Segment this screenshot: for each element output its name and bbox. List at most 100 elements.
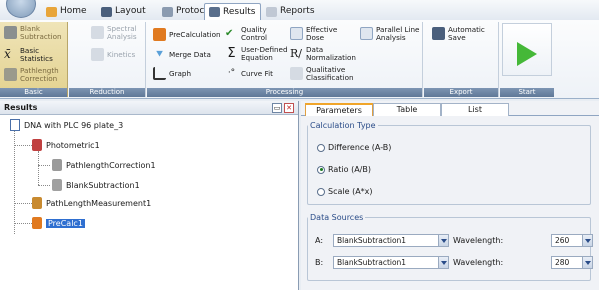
start-group-label: Start [500,88,554,97]
data-normalization-button[interactable]: R/ Data Normalization [290,46,356,61]
data-sources-legend: Data Sources [310,213,364,222]
tab-table[interactable]: Table [373,103,441,116]
tab-layout-label: Layout [115,6,146,16]
tab-results[interactable]: Results [204,3,261,20]
tree-line [38,165,50,166]
tree-line [14,145,32,146]
source-a-value: BlankSubtraction1 [337,236,407,245]
sigma-icon: Σ [227,46,236,61]
spectral-analysis-button[interactable]: Spectral Analysis [91,25,137,40]
tree-line [14,203,32,204]
precalc-icon [32,217,42,229]
tree-item-plate[interactable]: DNA with PLC 96 plate_3 [10,119,123,131]
statistics-icon: x̄ [4,47,11,61]
radio-ratio[interactable]: Ratio (A/B) [317,165,371,174]
user-defined-equation-button[interactable]: Σ User-Defined Equation [225,46,287,61]
datanorm-label-2: Normalization [306,52,356,62]
radio-scale-control[interactable] [317,187,325,196]
automatic-save-icon [432,27,445,40]
tab-list[interactable]: List [441,103,509,116]
effective-dose-icon [290,27,303,40]
quality-icon: ✔ [225,28,234,39]
blank-subtraction-icon [4,26,17,39]
precalculation-button[interactable]: PreCalculation [153,28,221,41]
qualitative-icon [290,67,303,80]
tab-layout[interactable]: Layout [97,3,150,20]
tab-parameters-label: Parameters [316,106,362,115]
tab-reports[interactable]: Reports [262,3,319,20]
curve-label: Curve Fit [241,68,273,78]
plate-file-icon [10,119,20,131]
qual-label-2: Classification [306,72,354,82]
wavelength-a-select[interactable]: 260 [551,234,593,247]
precalc-label: PreCalculation [169,29,221,39]
tree-item-blank-subtraction[interactable]: BlankSubtraction1 [52,179,140,191]
kinetics-button[interactable]: Kinetics [91,48,135,61]
application-menu-button[interactable] [6,0,36,18]
graph-label: Graph [169,68,192,78]
ribbon-tab-bar: Home Layout Protocol Results Reports [0,0,599,20]
pathlength-correction-button[interactable]: Pathlength Correction [4,67,59,82]
wavelength-a-label: Wavelength: [453,236,504,245]
radio-difference-control[interactable] [317,143,325,152]
merge-data-button[interactable]: ⯆ Merge Data [153,48,211,61]
tree-item-label: PathLengthMeasurement1 [46,198,152,208]
quality-control-button[interactable]: ✔ Quality Control [225,26,267,41]
graph-button[interactable]: Graph [153,67,191,80]
tab-parameters[interactable]: Parameters [305,103,373,116]
reports-icon [266,6,277,17]
spectral-icon [91,26,104,39]
wavelength-b-select[interactable]: 280 [551,256,593,269]
source-b-select[interactable]: BlankSubtraction1 [333,256,449,269]
effective-dose-button[interactable]: Effective Dose [290,26,337,41]
wavelength-a-value: 260 [555,236,570,245]
tab-home[interactable]: Home [42,3,91,20]
path-label-2: Correction [20,73,58,83]
chevron-down-icon[interactable] [438,235,448,246]
reduction-group-label: Reduction [69,88,145,97]
chevron-down-icon[interactable] [582,235,592,246]
calculation-type-legend: Calculation Type [310,121,376,130]
radio-difference[interactable]: Difference (A-B) [317,143,391,152]
tree-item-label: Photometric1 [46,140,100,150]
tree-item-pathlength-correction[interactable]: PathlengthCorrection1 [52,159,156,171]
chevron-down-icon[interactable] [438,257,448,268]
processing-group: PreCalculation ⯆ Merge Data Graph ✔ Qual… [147,22,423,97]
pathlength-icon [4,68,17,81]
parallel-line-analysis-button[interactable]: Parallel Line Analysis [360,26,419,41]
graph-icon [153,67,166,80]
radio-ratio-label: Ratio (A/B) [328,165,371,174]
parallel-line-icon [360,27,373,40]
radio-scale[interactable]: Scale (A*x) [317,187,373,196]
ed-label-2: Dose [306,32,325,42]
chevron-down-icon[interactable] [582,257,592,268]
normalization-icon: R/ [290,47,302,60]
tree-line [38,185,50,186]
panel-close-button[interactable]: ✕ [284,103,294,113]
tree-item-precalc[interactable]: PreCalc1 [32,217,85,229]
curve-fit-button[interactable]: ·° Curve Fit [225,67,273,80]
source-a-select[interactable]: BlankSubtraction1 [333,234,449,247]
tab-reports-label: Reports [280,6,315,16]
radio-difference-label: Difference (A-B) [328,143,392,152]
radio-ratio-control[interactable] [317,165,325,174]
qualitative-classification-button[interactable]: Qualitative Classification [290,66,354,81]
pathlength-measurement-icon [32,197,42,209]
panel-pin-button[interactable]: ▭ [272,103,282,113]
automatic-save-button[interactable]: Automatic Save [432,26,485,41]
results-panel: Results ▭ ✕ DNA with PLC 96 plate_3 Phot… [0,101,299,290]
basic-statistics-button[interactable]: x̄ Basic Statistics [4,47,53,62]
tab-home-label: Home [60,6,87,16]
blank-subtraction-icon [52,179,62,191]
tree-item-photometric[interactable]: Photometric1 [32,139,100,151]
parameters-panel: Parameters Table List Calculation Type D… [301,101,599,290]
autosave-label-2: Save [448,32,466,42]
blank-subtraction-button[interactable]: Blank Subtraction [4,25,62,40]
tree-item-pathlength-measurement[interactable]: PathLengthMeasurement1 [32,197,151,209]
tree-item-label: BlankSubtraction1 [66,180,140,190]
source-a-key: A: [315,236,324,245]
reduction-group: Spectral Analysis Kinetics Reduction [69,22,146,97]
blank-label-2: Subtraction [20,31,62,41]
source-b-value: BlankSubtraction1 [337,258,407,267]
radio-scale-label: Scale (A*x) [328,187,373,196]
